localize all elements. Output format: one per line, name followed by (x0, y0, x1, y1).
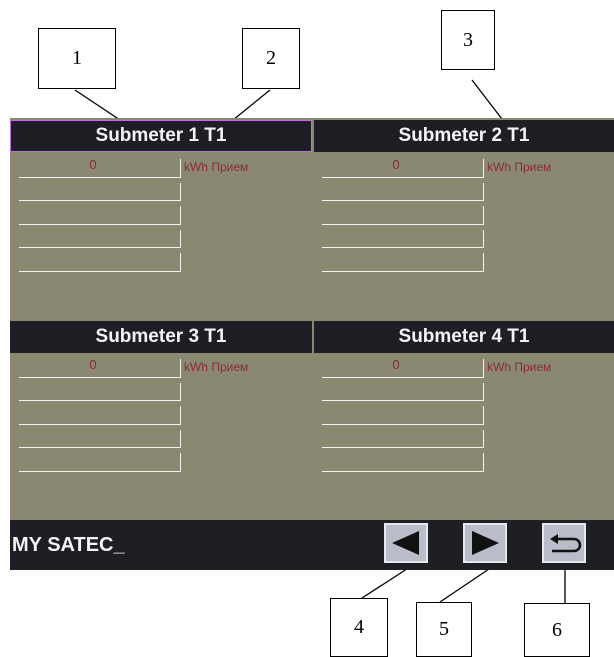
panel-submeter-1-rows: 0 (19, 154, 181, 272)
callout-1: 1 (38, 28, 116, 89)
panel-submeter-3-rows: 0 (19, 354, 181, 472)
value-readout: 0 (392, 357, 400, 372)
prev-page-button[interactable] (384, 523, 428, 563)
data-row: 0 (19, 354, 181, 378)
data-row (19, 448, 181, 472)
unit-label: kWh Прием (487, 360, 552, 374)
next-page-button[interactable] (463, 523, 507, 563)
unit-label: kWh Прием (184, 360, 249, 374)
data-row (19, 201, 181, 225)
data-row (322, 248, 484, 272)
data-row (322, 201, 484, 225)
callout-4: 4 (330, 598, 388, 657)
value-readout: 0 (89, 357, 97, 372)
data-row (322, 401, 484, 425)
unit-label: kWh Прием (487, 160, 552, 174)
unit-label: kWh Прием (184, 160, 249, 174)
callout-6: 6 (524, 603, 590, 657)
panel-header-submeter-3[interactable]: Submeter 3 T1 (10, 321, 312, 353)
data-row (322, 225, 484, 248)
data-row: 0 (19, 154, 181, 178)
data-row: 0 (322, 354, 484, 378)
back-button[interactable] (542, 523, 586, 563)
data-row (19, 225, 181, 248)
value-readout: 0 (392, 157, 400, 172)
device-screen: Submeter 1 T1 0 kWh Прием Submeter 2 T1 … (10, 118, 614, 570)
data-row (19, 401, 181, 425)
value-readout: 0 (89, 157, 97, 172)
bottom-status-bar: MY SATEC_ (10, 520, 614, 570)
data-row (322, 178, 484, 201)
data-row (19, 248, 181, 272)
brand-label: MY SATEC_ (12, 534, 125, 556)
callout-5: 5 (416, 602, 472, 657)
data-row (19, 178, 181, 201)
data-row (322, 448, 484, 472)
data-row: 0 (322, 154, 484, 178)
panel-submeter-4-rows: 0 (322, 354, 484, 472)
left-triangle-icon (392, 531, 419, 555)
callout-2: 2 (242, 28, 300, 89)
panel-header-submeter-2[interactable]: Submeter 2 T1 (314, 120, 614, 152)
right-triangle-icon (472, 531, 499, 555)
data-row (322, 425, 484, 448)
panel-header-submeter-1[interactable]: Submeter 1 T1 (10, 120, 312, 152)
return-arrow-icon (550, 534, 582, 553)
data-row (322, 378, 484, 401)
data-row (19, 378, 181, 401)
panel-submeter-2-rows: 0 (322, 154, 484, 272)
data-row (19, 425, 181, 448)
callout-3: 3 (441, 10, 495, 70)
panel-header-submeter-4[interactable]: Submeter 4 T1 (314, 321, 614, 353)
